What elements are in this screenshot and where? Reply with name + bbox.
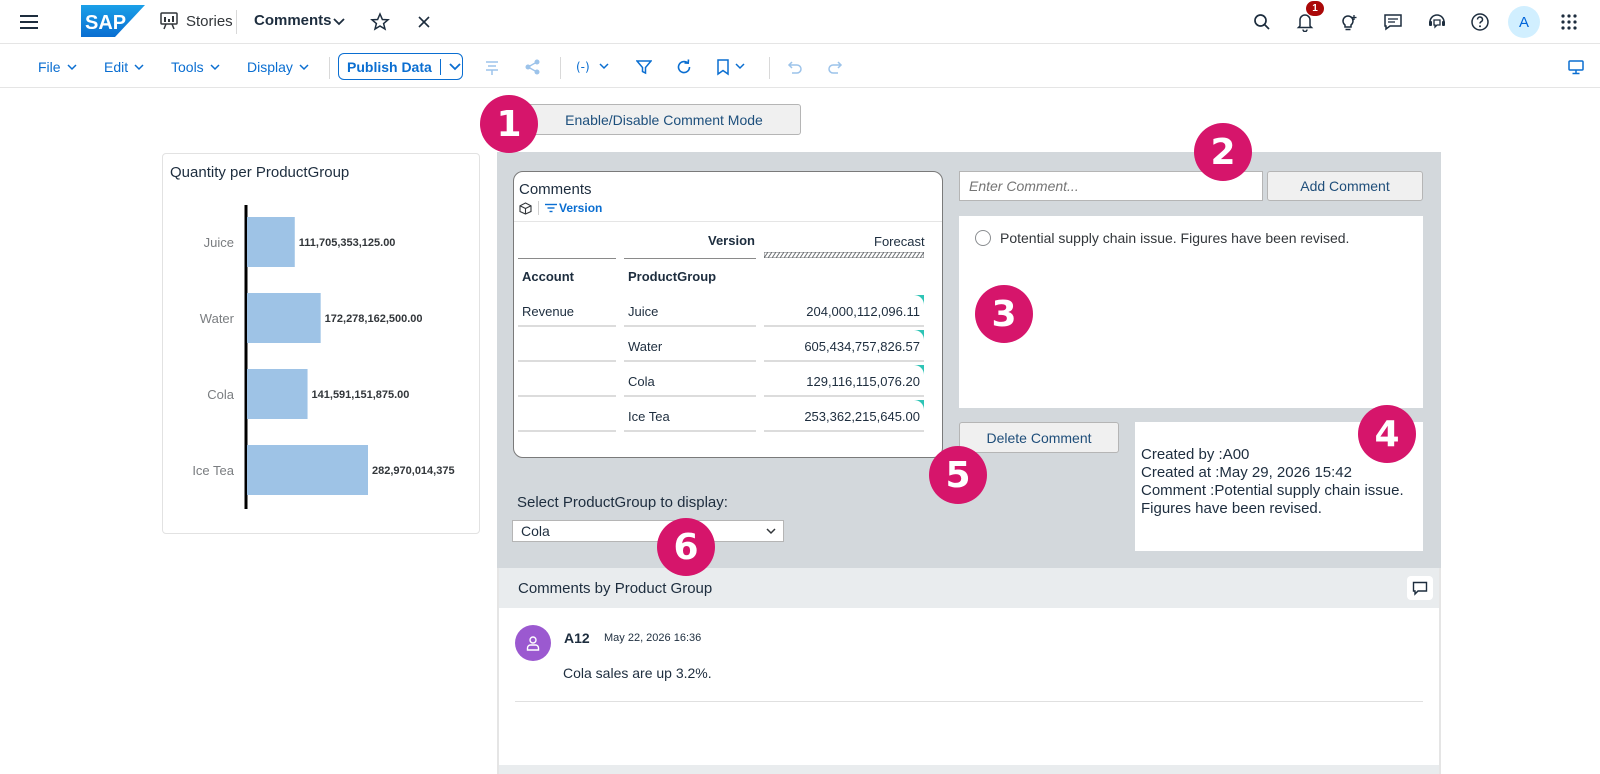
commenter-avatar: [515, 625, 551, 661]
variable-icon[interactable]: (-): [576, 57, 612, 77]
comments-by-product-group-widget: Comments by Product Group A12 May 22, 20…: [497, 568, 1441, 774]
list-item[interactable]: Potential supply chain issue. Figures ha…: [975, 230, 1349, 246]
bar-water[interactable]: [247, 293, 321, 343]
category-label: Juice: [204, 235, 234, 250]
menu-display[interactable]: Display: [247, 59, 309, 75]
data-label: 172,278,162,500.00: [325, 313, 423, 325]
refresh-icon[interactable]: [674, 57, 694, 77]
sap-logo-text: SAP: [85, 12, 126, 34]
detail-comment: Comment :Potential supply chain issue. F…: [1141, 482, 1404, 517]
chevron-down-icon[interactable]: [326, 9, 352, 35]
comment-flag-icon: [914, 330, 924, 340]
comment-radio[interactable]: [975, 230, 991, 246]
publish-data-button[interactable]: Publish Data: [338, 53, 463, 80]
commenter-name: A12: [564, 630, 590, 646]
comment-toggle-button[interactable]: [1407, 576, 1433, 600]
star-icon[interactable]: [367, 9, 393, 35]
undo-icon[interactable]: [784, 57, 804, 77]
select-value: Cola: [521, 523, 550, 539]
story-title[interactable]: Comments: [254, 12, 332, 29]
menu-edit-label: Edit: [104, 59, 129, 75]
widget-header: Comments by Product Group: [499, 568, 1439, 608]
add-comment-button[interactable]: Add Comment: [1267, 171, 1423, 201]
comments-table-widget[interactable]: Comments Version Version Forecast Accoun…: [513, 171, 943, 458]
callout-marker-4: 4: [1358, 405, 1416, 463]
comment-timestamp: May 22, 2026 16:36: [604, 632, 702, 644]
bar-juice[interactable]: [247, 217, 295, 267]
data-label: 141,591,151,875.00: [312, 389, 410, 401]
chat-icon[interactable]: [1380, 9, 1406, 35]
menu-file-label: File: [38, 59, 61, 75]
productgroup-select[interactable]: Cola: [512, 520, 784, 542]
callout-marker-3: 3: [975, 285, 1033, 343]
hamburger-menu-icon[interactable]: [17, 9, 43, 35]
comment-flag-markers: [518, 295, 924, 432]
notification-badge: 1: [1306, 1, 1324, 16]
format-icon[interactable]: [482, 57, 502, 77]
split-divider: [439, 58, 441, 75]
sap-logo[interactable]: SAP: [81, 5, 145, 37]
shell-bar: SAP Stories Comments 1 A: [0, 0, 1600, 44]
search-icon[interactable]: [1249, 9, 1275, 35]
enable-disable-comment-mode-button[interactable]: Enable/Disable Comment Mode: [527, 104, 801, 135]
support-chat-icon[interactable]: [1424, 9, 1450, 35]
widget-footer: [499, 765, 1439, 774]
menu-tools[interactable]: Tools: [171, 59, 220, 75]
comment-flag-icon: [914, 400, 924, 410]
lightbulb-icon[interactable]: [1336, 9, 1362, 35]
data-label: 111,705,353,125.00: [299, 237, 396, 249]
comment-icon: [1412, 581, 1428, 596]
story-toolbar: File Edit Tools Display Publish Data (-): [0, 45, 1600, 88]
bar-chart-widget[interactable]: Quantity per ProductGroup Juice 111,705,3…: [162, 153, 480, 534]
data-link-icon[interactable]: [523, 57, 543, 77]
toolbar-divider: [560, 57, 561, 79]
delete-comment-button[interactable]: Delete Comment: [959, 422, 1119, 453]
filter-icon[interactable]: [634, 57, 654, 77]
menu-edit[interactable]: Edit: [104, 59, 144, 75]
device-preview-icon[interactable]: [1566, 57, 1586, 77]
chevron-down-icon: [134, 63, 144, 70]
category-label: Water: [200, 311, 235, 326]
publish-data-label: Publish Data: [347, 58, 432, 75]
comment-divider: [515, 701, 1423, 702]
callout-marker-1: 1: [480, 95, 538, 153]
shell-divider: [236, 10, 237, 34]
svg-text:(-): (-): [576, 60, 590, 74]
comment-flag-icon: [914, 365, 924, 375]
category-label: Ice Tea: [192, 463, 234, 478]
apps-grid-icon[interactable]: [1556, 9, 1582, 35]
bookmark-icon[interactable]: [714, 57, 750, 77]
user-avatar[interactable]: A: [1508, 6, 1540, 38]
stories-link[interactable]: Stories: [186, 13, 233, 30]
chevron-down-icon: [210, 63, 220, 70]
data-label: 282,970,014,375: [372, 465, 455, 477]
select-productgroup-label: Select ProductGroup to display:: [517, 494, 728, 511]
toolbar-divider: [329, 57, 330, 79]
comment-text: Cola sales are up 3.2%.: [563, 665, 712, 681]
redo-icon[interactable]: [826, 57, 846, 77]
menu-display-label: Display: [247, 59, 293, 75]
comment-flag-icon: [914, 295, 924, 305]
category-label: Cola: [207, 387, 235, 402]
menu-file[interactable]: File: [38, 59, 77, 75]
stories-icon[interactable]: [160, 11, 178, 36]
detail-created-at: Created at :May 29, 2026 15:42: [1141, 464, 1352, 481]
chevron-down-icon[interactable]: [449, 62, 461, 71]
menu-tools-label: Tools: [171, 59, 204, 75]
bar-ice-tea[interactable]: [247, 445, 368, 495]
close-icon[interactable]: [411, 9, 437, 35]
callout-marker-5: 5: [929, 446, 987, 504]
bar-cola[interactable]: [247, 369, 308, 419]
chevron-down-icon: [299, 63, 309, 70]
widget-title: Comments by Product Group: [518, 580, 713, 597]
bar-chart-svg: Juice 111,705,353,125.00 Water 172,278,162,…: [192, 205, 455, 509]
chevron-down-icon: [766, 528, 776, 535]
person-icon: [526, 636, 540, 651]
callout-marker-6: 6: [657, 518, 715, 576]
chevron-down-icon: [67, 63, 77, 70]
help-icon[interactable]: [1467, 9, 1493, 35]
callout-marker-2: 2: [1194, 123, 1252, 181]
comment-item-text: Potential supply chain issue. Figures ha…: [1000, 230, 1350, 246]
toolbar-divider: [769, 57, 770, 79]
